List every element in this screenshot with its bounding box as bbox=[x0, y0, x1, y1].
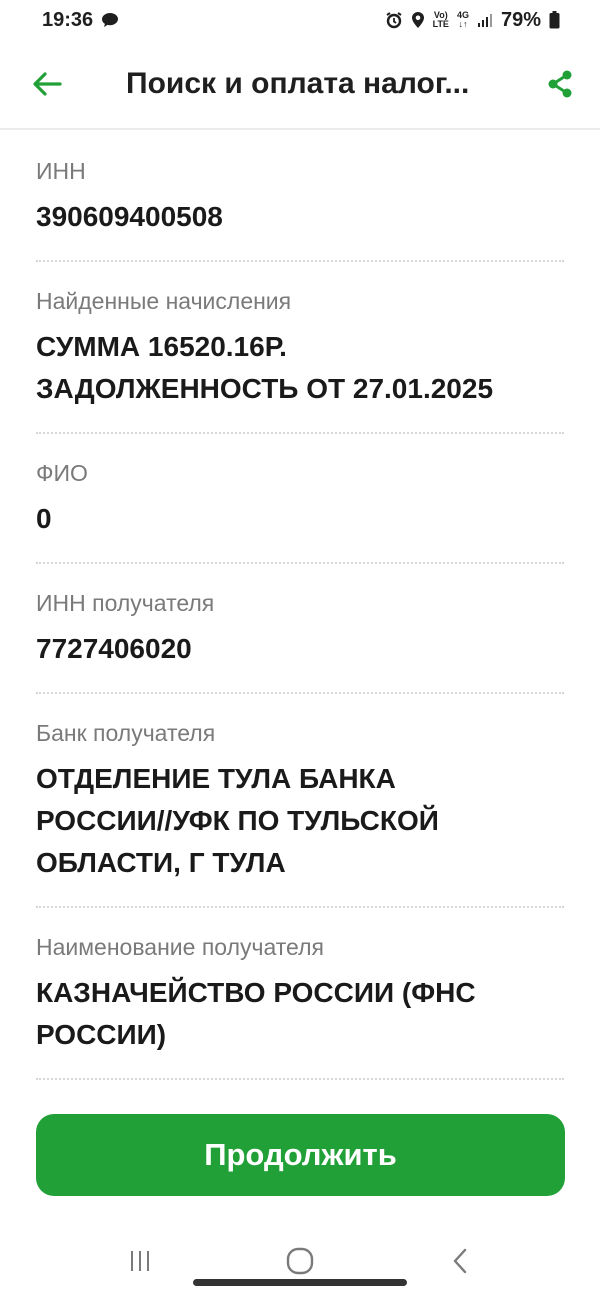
app-bar: Поиск и оплата налог... bbox=[0, 40, 600, 130]
signal-icon bbox=[477, 12, 493, 28]
field-recipient-bank: Банк получателя ОТДЕЛЕНИЕ ТУЛА БАНКА РОС… bbox=[36, 694, 564, 908]
recents-icon bbox=[131, 1251, 149, 1271]
field-value: 390609400508 bbox=[36, 201, 223, 232]
status-bar: 19:36 Vo) LTE 4G ↓↑ 79% bbox=[0, 0, 600, 40]
field-label: Найденные начисления bbox=[36, 288, 292, 314]
navigation-bar bbox=[0, 1225, 600, 1297]
location-icon bbox=[411, 11, 425, 29]
arrow-left-icon bbox=[33, 72, 62, 96]
field-value-line: СУММА 16520.16Р. bbox=[36, 331, 287, 362]
field-recipient-inn: ИНН получателя 7727406020 bbox=[36, 564, 564, 694]
field-fio: ФИО 0 bbox=[36, 434, 564, 564]
field-value-line: РОССИИ//УФК ПО ТУЛЬСКОЙ bbox=[36, 805, 439, 836]
field-value: 0 bbox=[36, 503, 52, 534]
field-value-line: ОБЛАСТИ, Г ТУЛА bbox=[36, 847, 286, 878]
field-label: Наименование получателя bbox=[36, 934, 324, 960]
field-value: СУММА 16520.16Р. ЗАДОЛЖЕННОСТЬ ОТ 27.01.… bbox=[36, 326, 564, 410]
status-bar-right: Vo) LTE 4G ↓↑ 79% bbox=[385, 9, 560, 32]
field-label: Банк получателя bbox=[36, 720, 216, 746]
home-indicator[interactable] bbox=[193, 1279, 407, 1286]
field-value-line: РОССИИ) bbox=[36, 1019, 167, 1050]
alarm-icon bbox=[385, 11, 403, 29]
battery-icon bbox=[549, 11, 560, 29]
field-value: КАЗНАЧЕЙСТВО РОССИИ (ФНС РОССИИ) bbox=[36, 972, 564, 1056]
volte-icon: Vo) LTE bbox=[433, 11, 449, 29]
volte-bottom: LTE bbox=[432, 19, 449, 29]
nav-recents-button[interactable] bbox=[110, 1236, 170, 1286]
details-list: ИНН 390609400508 Найденные начисления СУ… bbox=[0, 132, 600, 1080]
field-recipient-name: Наименование получателя КАЗНАЧЕЙСТВО РОС… bbox=[36, 908, 564, 1080]
field-label: ИНН получателя bbox=[36, 590, 215, 616]
mobile-data-icon: 4G ↓↑ bbox=[457, 11, 469, 29]
message-icon bbox=[101, 12, 119, 28]
field-value-line: ОТДЕЛЕНИЕ ТУЛА БАНКА bbox=[36, 763, 396, 794]
data-bottom: ↓↑ bbox=[458, 19, 468, 29]
field-value: 7727406020 bbox=[36, 633, 192, 664]
chevron-left-icon bbox=[453, 1248, 467, 1274]
status-time: 19:36 bbox=[42, 8, 94, 31]
field-inn: ИНН 390609400508 bbox=[36, 132, 564, 262]
field-found-charges: Найденные начисления СУММА 16520.16Р. ЗА… bbox=[36, 262, 564, 434]
field-value-line: ЗАДОЛЖЕННОСТЬ ОТ 27.01.2025 bbox=[36, 373, 494, 404]
field-value: ОТДЕЛЕНИЕ ТУЛА БАНКА РОССИИ//УФК ПО ТУЛЬ… bbox=[36, 758, 564, 884]
continue-button[interactable]: Продолжить bbox=[36, 1114, 565, 1196]
back-button[interactable] bbox=[32, 59, 82, 109]
share-button[interactable] bbox=[530, 59, 574, 109]
field-label: ФИО bbox=[36, 460, 88, 486]
field-label: ИНН bbox=[36, 158, 86, 184]
home-icon bbox=[286, 1247, 314, 1275]
field-value-line: КАЗНАЧЕЙСТВО РОССИИ (ФНС bbox=[36, 977, 476, 1008]
battery-percent: 79% bbox=[500, 8, 541, 31]
nav-back-button[interactable] bbox=[430, 1236, 490, 1286]
share-icon bbox=[548, 70, 572, 98]
status-bar-left: 19:36 bbox=[42, 9, 119, 32]
page-title: Поиск и оплата налог... bbox=[126, 67, 470, 100]
